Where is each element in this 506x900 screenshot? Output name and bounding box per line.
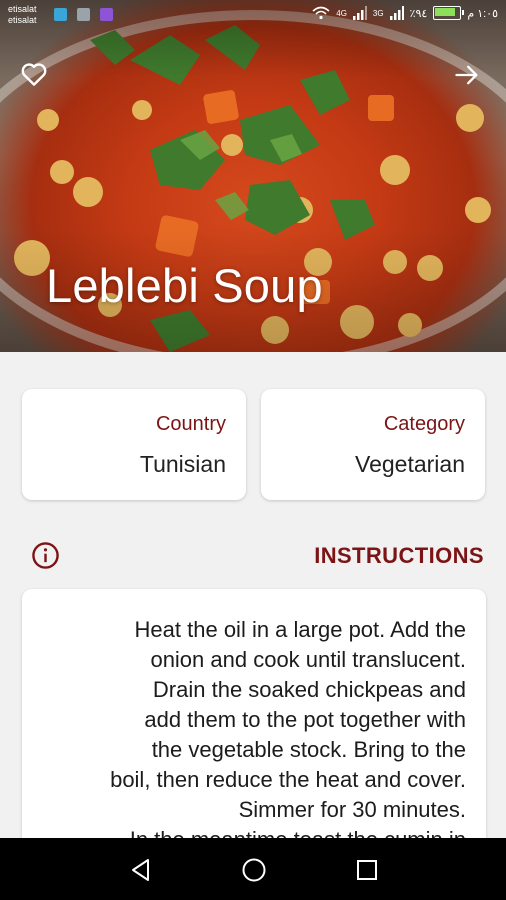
instructions-heading: INSTRUCTIONS	[314, 543, 484, 568]
instruction-line: Heat the oil in a large pot. Add the	[134, 617, 466, 642]
heart-outline-icon	[21, 63, 47, 86]
circle-home-icon	[242, 858, 266, 882]
system-navigation-bar	[0, 838, 506, 900]
status-bar: etisalat etisalat 4G 3G ٪٩٤ ١:٠٥ م	[0, 0, 506, 34]
instruction-line: boil, then reduce the heat and cover.	[110, 767, 466, 792]
instruction-line: the vegetable stock. Bring to the	[151, 737, 466, 762]
triangle-back-icon	[132, 859, 149, 881]
signal-icon-2	[389, 6, 404, 20]
back-button[interactable]	[127, 856, 155, 889]
clock: ١:٠٥ م	[467, 7, 498, 20]
country-value: Tunisian	[139, 451, 226, 477]
battery-level	[435, 8, 456, 16]
share-button[interactable]	[453, 61, 481, 89]
country-label: Country	[155, 413, 226, 435]
favorite-button[interactable]	[19, 59, 49, 89]
home-button[interactable]	[240, 856, 268, 889]
instruction-line: onion and cook until translucent.	[150, 647, 466, 672]
notification-icons	[54, 8, 113, 21]
carrier-line-2: etisalat	[8, 15, 37, 25]
recipe-hero-image: Leblebi Soup	[0, 0, 506, 352]
carrier-info: etisalat etisalat	[8, 4, 37, 26]
arrow-right-icon	[455, 65, 478, 85]
square-recents-icon	[357, 860, 377, 880]
signal-icon-1	[352, 6, 367, 20]
recipe-title: Leblebi Soup	[46, 259, 323, 312]
wifi-icon	[312, 6, 330, 20]
battery-icon	[433, 6, 465, 20]
app-notification-icon	[100, 8, 113, 21]
info-circle-icon	[31, 541, 60, 570]
category-card: Category Vegetarian	[261, 389, 485, 500]
instructions-text: Heat the oil in a large pot. Add the oni…	[40, 615, 466, 855]
status-right-group: 4G 3G ٪٩٤ ١:٠٥ م	[312, 6, 498, 20]
network-type-1: 4G	[336, 8, 347, 18]
instruction-line: add them to the pot together with	[144, 707, 466, 732]
network-type-2: 3G	[372, 8, 384, 18]
gallery-notification-icon	[77, 8, 90, 21]
carrier-line-1: etisalat	[8, 4, 37, 14]
bluetooth-notification-icon	[54, 8, 67, 21]
instruction-line: Drain the soaked chickpeas and	[152, 677, 466, 702]
category-label: Category	[383, 413, 465, 435]
instruction-line: Simmer for 30 minutes.	[238, 797, 466, 822]
battery-percentage: ٪٩٤	[409, 7, 428, 20]
recents-button[interactable]	[353, 856, 381, 889]
category-value: Vegetarian	[355, 451, 465, 477]
country-card: Country Tunisian	[22, 389, 246, 500]
instructions-card[interactable]: Heat the oil in a large pot. Add the oni…	[22, 589, 486, 879]
